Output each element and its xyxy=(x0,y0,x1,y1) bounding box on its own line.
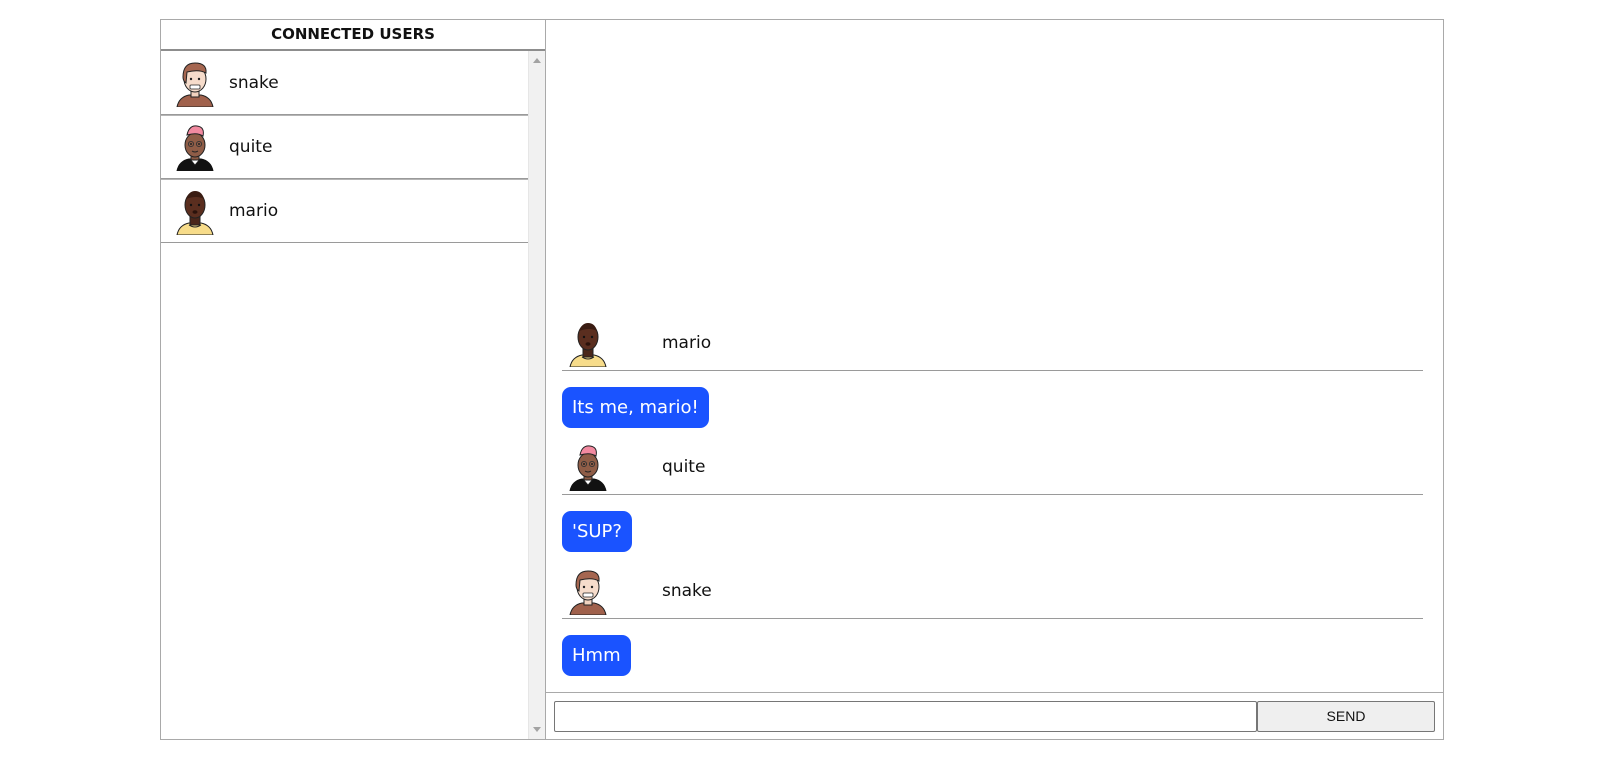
chat-app: CONNECTED USERS snake quite mario mario … xyxy=(160,19,1444,740)
message-header: snake xyxy=(562,564,1423,619)
message-header: mario xyxy=(562,316,1423,371)
message-sender: snake xyxy=(662,581,712,601)
scroll-up-arrow-icon[interactable] xyxy=(533,58,541,63)
users-list: snake quite mario xyxy=(161,51,528,739)
quite-avatar-icon xyxy=(568,443,608,491)
user-name: snake xyxy=(229,72,279,93)
user-name: quite xyxy=(229,137,273,157)
message-group: snake Hmm xyxy=(562,564,1423,676)
user-item-mario[interactable]: mario xyxy=(161,179,528,243)
users-scrollbar[interactable] xyxy=(528,51,545,739)
snake-avatar-icon xyxy=(568,567,608,615)
user-item-quite[interactable]: quite xyxy=(161,115,528,179)
connected-users-panel: CONNECTED USERS snake quite mario xyxy=(161,20,546,739)
message-group: mario Its me, mario! xyxy=(562,316,1423,440)
message-group: quite 'SUP? xyxy=(562,440,1423,564)
snake-avatar-icon xyxy=(175,59,215,107)
quite-avatar-icon xyxy=(175,123,215,171)
chat-panel: mario Its me, mario! quite 'SUP? snake H… xyxy=(546,20,1443,739)
connected-users-title: CONNECTED USERS xyxy=(161,20,545,51)
message-header: quite xyxy=(562,440,1423,495)
message-composer: SEND xyxy=(546,692,1443,739)
send-button[interactable]: SEND xyxy=(1257,700,1435,732)
message-bubble: 'SUP? xyxy=(562,511,632,552)
scroll-down-arrow-icon[interactable] xyxy=(533,727,541,732)
message-sender: quite xyxy=(662,457,706,477)
message-input[interactable] xyxy=(554,700,1257,732)
message-sender: mario xyxy=(662,333,712,353)
user-name: mario xyxy=(229,201,279,221)
users-list-container: snake quite mario xyxy=(161,51,545,739)
message-list: mario Its me, mario! quite 'SUP? snake H… xyxy=(546,20,1443,692)
user-item-snake[interactable]: snake xyxy=(161,51,528,115)
message-bubble: Its me, mario! xyxy=(562,387,709,428)
mario-avatar-icon xyxy=(175,187,215,235)
message-bubble: Hmm xyxy=(562,635,631,676)
mario-avatar-icon xyxy=(568,319,608,367)
